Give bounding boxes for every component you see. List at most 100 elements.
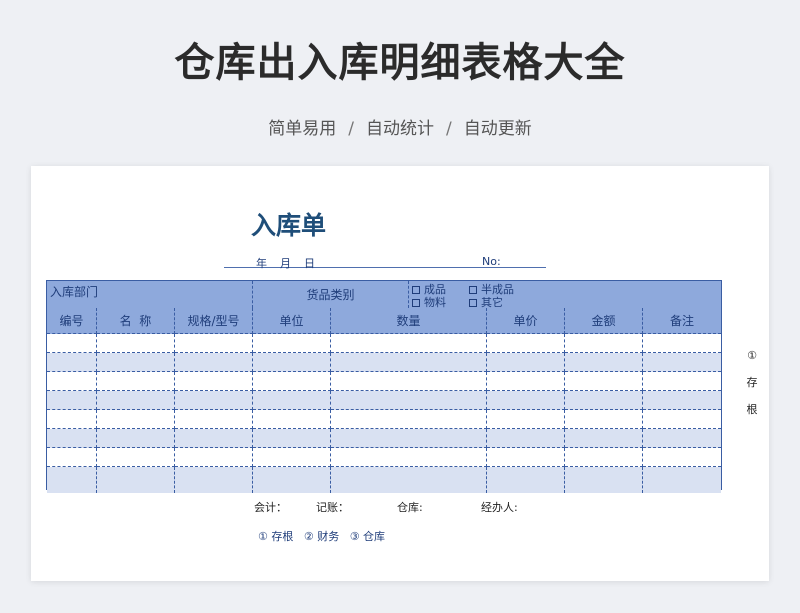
table-cell[interactable] bbox=[643, 372, 721, 391]
table-row bbox=[47, 353, 721, 372]
table-cell[interactable] bbox=[487, 391, 565, 410]
day-label: 日 bbox=[304, 257, 315, 270]
table-cell[interactable] bbox=[253, 448, 331, 467]
dept-label: 入库部门 bbox=[47, 281, 253, 308]
table-cell[interactable] bbox=[253, 410, 331, 429]
table-cell[interactable] bbox=[175, 467, 253, 493]
table-cell[interactable] bbox=[47, 353, 97, 372]
table-cell[interactable] bbox=[97, 334, 175, 353]
table-row bbox=[47, 448, 721, 467]
table-cell[interactable] bbox=[643, 353, 721, 372]
table-cell[interactable] bbox=[47, 448, 97, 467]
table-row bbox=[47, 429, 721, 448]
category-label: 货品类别 bbox=[253, 281, 409, 308]
col-header-price: 单价 bbox=[487, 308, 565, 334]
table-cell[interactable] bbox=[487, 448, 565, 467]
table-cell[interactable] bbox=[175, 448, 253, 467]
table-cell[interactable] bbox=[487, 353, 565, 372]
table-cell[interactable] bbox=[47, 372, 97, 391]
table-cell[interactable] bbox=[643, 429, 721, 448]
table-row bbox=[47, 334, 721, 353]
table-cell[interactable] bbox=[175, 372, 253, 391]
subtitle-separator: / bbox=[348, 119, 354, 139]
table-cell[interactable] bbox=[643, 334, 721, 353]
table-cell[interactable] bbox=[331, 448, 487, 467]
table-row bbox=[47, 391, 721, 410]
table-cell[interactable] bbox=[331, 429, 487, 448]
side-note-char: 根 bbox=[746, 403, 758, 416]
table-cell[interactable] bbox=[331, 372, 487, 391]
table-cell[interactable] bbox=[253, 467, 331, 493]
table-cell[interactable] bbox=[487, 334, 565, 353]
table-cell[interactable] bbox=[175, 429, 253, 448]
table-cell[interactable] bbox=[253, 429, 331, 448]
table-cell[interactable] bbox=[487, 410, 565, 429]
side-note-char: ① bbox=[747, 349, 757, 362]
table-row bbox=[47, 372, 721, 391]
table-cell[interactable] bbox=[253, 372, 331, 391]
table-cell[interactable] bbox=[643, 410, 721, 429]
checkbox-icon bbox=[469, 299, 477, 307]
table-cell[interactable] bbox=[643, 391, 721, 410]
table-cell[interactable] bbox=[565, 429, 643, 448]
table-cell[interactable] bbox=[565, 391, 643, 410]
subtitle-item: 自动统计 bbox=[366, 119, 434, 139]
table-cell[interactable] bbox=[97, 372, 175, 391]
warehouse-label: 仓库: bbox=[397, 501, 423, 514]
table-cell[interactable] bbox=[643, 448, 721, 467]
date-line: 年 月 日 No: bbox=[224, 255, 546, 270]
accountant-label: 会计： bbox=[254, 501, 287, 514]
table-cell[interactable] bbox=[97, 353, 175, 372]
table-cell[interactable] bbox=[47, 429, 97, 448]
table-cell[interactable] bbox=[175, 334, 253, 353]
table-cell[interactable] bbox=[97, 467, 175, 493]
table-cell[interactable] bbox=[97, 410, 175, 429]
table-cell[interactable] bbox=[565, 467, 643, 493]
table-cell[interactable] bbox=[331, 334, 487, 353]
subtitle-item: 简单易用 bbox=[268, 119, 337, 139]
table-cell[interactable] bbox=[47, 467, 97, 493]
table-cell[interactable] bbox=[565, 410, 643, 429]
receipt-table: 入库部门 货品类别 成品 半成品 物料 其它 编号 名 称 规格/型号 单位 数… bbox=[46, 280, 722, 493]
table-cell[interactable] bbox=[175, 353, 253, 372]
table-cell[interactable] bbox=[331, 467, 487, 493]
col-header-spec: 规格/型号 bbox=[175, 308, 253, 334]
table-cell[interactable] bbox=[47, 334, 97, 353]
table-cell[interactable] bbox=[97, 429, 175, 448]
subtitle-separator: / bbox=[446, 119, 452, 139]
table-cell[interactable] bbox=[565, 372, 643, 391]
checkbox-icon bbox=[412, 299, 420, 307]
side-note-char: 存 bbox=[746, 376, 758, 389]
table-cell[interactable] bbox=[487, 372, 565, 391]
table-cell[interactable] bbox=[175, 391, 253, 410]
table-cell[interactable] bbox=[643, 467, 721, 493]
checkbox-icon bbox=[469, 286, 477, 294]
table-row bbox=[47, 410, 721, 429]
col-header-no: 编号 bbox=[47, 308, 97, 334]
col-header-unit: 单位 bbox=[253, 308, 331, 334]
table-cell[interactable] bbox=[565, 448, 643, 467]
table-cell[interactable] bbox=[253, 334, 331, 353]
column-header-row: 编号 名 称 规格/型号 单位 数量 单价 金额 备注 bbox=[47, 308, 721, 334]
table-cell[interactable] bbox=[331, 410, 487, 429]
table-cell[interactable] bbox=[47, 391, 97, 410]
table-cell[interactable] bbox=[487, 467, 565, 493]
table-cell[interactable] bbox=[331, 353, 487, 372]
col-header-amount: 金额 bbox=[565, 308, 643, 334]
table-cell[interactable] bbox=[331, 391, 487, 410]
table-cell[interactable] bbox=[487, 429, 565, 448]
table-cell[interactable] bbox=[565, 334, 643, 353]
copy-legend: ① 存根 ② 财务 ③ 仓库 bbox=[258, 530, 386, 543]
table-cell[interactable] bbox=[565, 353, 643, 372]
subtitle-item: 自动更新 bbox=[463, 119, 532, 139]
category-options: 成品 半成品 物料 其它 bbox=[409, 281, 721, 309]
table-cell[interactable] bbox=[97, 391, 175, 410]
page-subtitle: 简单易用 / 自动统计 / 自动更新 bbox=[0, 114, 800, 139]
table-cell[interactable] bbox=[47, 410, 97, 429]
table-cell[interactable] bbox=[253, 391, 331, 410]
table-cell[interactable] bbox=[175, 410, 253, 429]
bookkeeper-label: 记账： bbox=[316, 501, 349, 514]
table-cell[interactable] bbox=[97, 448, 175, 467]
col-header-qty: 数量 bbox=[331, 308, 487, 334]
table-cell[interactable] bbox=[253, 353, 331, 372]
